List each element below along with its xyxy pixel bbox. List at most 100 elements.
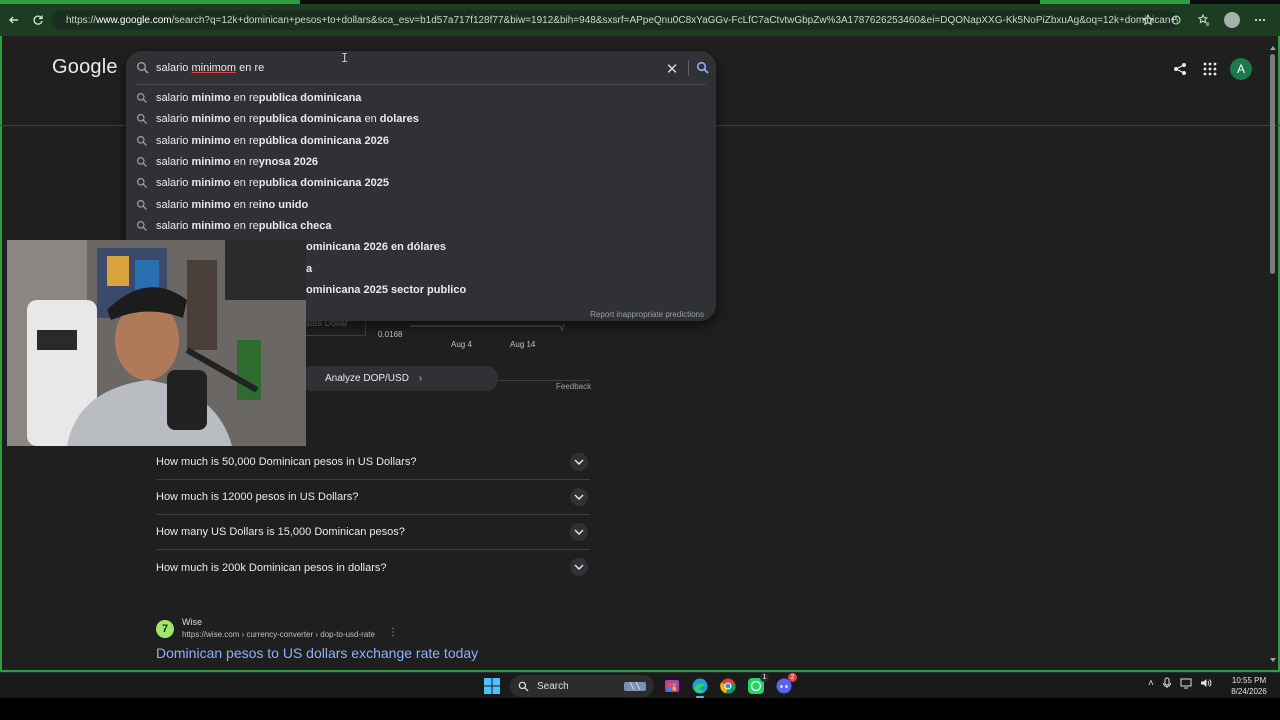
scroll-down-arrow[interactable] — [1270, 658, 1276, 662]
question-text: How much is 12000 pesos in US Dollars? — [156, 491, 359, 503]
reload-button[interactable] — [26, 8, 50, 32]
expand-button[interactable] — [570, 488, 588, 506]
expand-button[interactable] — [570, 523, 588, 541]
google-logo[interactable]: Google — [52, 56, 118, 79]
system-clock[interactable]: 10:55 PM 8/24/2026 — [1224, 675, 1274, 697]
report-predictions-link[interactable]: Report inappropriate predictions — [590, 310, 704, 319]
question-text: How many US Dollars is 15,000 Dominican … — [156, 526, 405, 538]
clock-date: 8/24/2026 — [1231, 687, 1267, 696]
profile-button[interactable] — [1220, 8, 1244, 32]
back-button[interactable] — [2, 8, 26, 32]
clock-time: 10:55 PM — [1231, 676, 1267, 685]
scroll-up-arrow[interactable] — [1270, 46, 1276, 50]
search-input[interactable]: salario minimom en re ✕ — [136, 51, 709, 85]
clear-search-button[interactable]: ✕ — [664, 60, 680, 78]
question-text: How much is 200k Dominican pesos in doll… — [156, 561, 387, 574]
suggestion-text: salario minimo en republica checa — [156, 220, 332, 232]
share-icon — [1174, 63, 1186, 75]
search-icon — [137, 178, 147, 188]
query-part: salario — [156, 62, 192, 74]
chevron-down-icon — [574, 459, 584, 465]
address-toolbar: https://www.google.com/search?q=12k+domi… — [0, 4, 1280, 36]
analyze-label: Analyze DOP/USD — [325, 373, 409, 384]
question-row[interactable]: How many US Dollars is 15,000 Dominican … — [156, 515, 590, 550]
whatsapp-icon[interactable]: 1 — [746, 673, 769, 696]
search-query[interactable]: salario minimom en re — [156, 62, 264, 74]
suggestion-text: salario minimo en reino unido — [156, 199, 309, 211]
suggestion-text: salario minimo en republica dominicana — [156, 92, 362, 104]
divider — [688, 60, 689, 76]
feedback-link[interactable]: Feedback — [556, 382, 591, 391]
search-icon — [518, 681, 529, 692]
ellipsis-icon — [1254, 18, 1266, 22]
search-highlight-icon — [624, 681, 646, 691]
chevron-down-icon — [574, 494, 584, 500]
suggestion-item[interactable]: salario minimo en república dominicana 2… — [126, 131, 716, 152]
browser-window: https://www.google.com/search?q=12k+domi… — [0, 0, 1280, 672]
taskbar-search-label: Search — [537, 680, 569, 692]
chevron-right-icon: › — [418, 373, 423, 384]
reload-icon — [33, 15, 43, 25]
chrome-browser-icon[interactable] — [718, 676, 738, 696]
volume-icon[interactable] — [1200, 677, 1212, 689]
taskbar-search[interactable]: Search — [510, 675, 654, 697]
suggestion-text: salario minimo en republica dominicana e… — [156, 113, 419, 125]
suggestion-text: salario minimo en reynosa 2026 — [156, 156, 319, 168]
misspelled-word: minimom — [191, 62, 237, 74]
header-actions: A — [1170, 58, 1252, 80]
discord-icon[interactable]: 2 — [774, 673, 797, 696]
windows-start-icon[interactable] — [484, 678, 500, 694]
extensions-button[interactable] — [1164, 8, 1188, 32]
expand-button[interactable] — [570, 453, 588, 471]
share-button[interactable] — [1170, 59, 1190, 79]
suggestion-item[interactable]: salario minimo en republica dominicana 2… — [126, 173, 716, 194]
network-icon[interactable] — [1180, 677, 1192, 689]
app-store-icon[interactable] — [662, 676, 682, 696]
search-icon — [137, 200, 147, 210]
url-host: www.google.com — [96, 14, 172, 26]
bookmark-star-button[interactable] — [1136, 8, 1160, 32]
divider — [498, 380, 590, 381]
suggestion-text: ominicana 2025 sector publico — [306, 284, 467, 296]
suggestion-item[interactable]: salario minimo en republica dominicana e… — [126, 109, 716, 130]
suggestion-item[interactable]: salario minimo en reynosa 2026 — [126, 152, 716, 173]
suggestion-text: salario minimo en república dominicana 2… — [156, 135, 389, 147]
expand-button[interactable] — [570, 558, 588, 576]
taskbar: Search 1 2 ˄ 10:55 PM 8/24/2026 — [0, 672, 1280, 698]
currency-chart-fragment: ates Dollar 0.0168 Aug 4 Aug 14 — [300, 316, 600, 356]
chevron-down-icon — [574, 529, 584, 535]
result-site-name: Wise — [182, 617, 202, 627]
suggestion-item[interactable]: salario minimo en reino unido — [126, 195, 716, 216]
microphone-icon[interactable] — [1162, 677, 1172, 689]
puzzle-icon — [1171, 15, 1181, 25]
tray-overflow-icon[interactable]: ˄ — [1148, 678, 1154, 689]
scrollbar-thumb[interactable] — [1270, 54, 1275, 274]
search-icon — [137, 93, 147, 103]
taskbar-apps: 1 2 — [662, 673, 797, 698]
address-bar[interactable]: https://www.google.com/search?q=12k+domi… — [52, 10, 1178, 30]
back-arrow-icon — [9, 16, 18, 24]
result-menu-button[interactable]: ⋮ — [388, 627, 398, 638]
google-apps-button[interactable] — [1200, 59, 1220, 79]
search-submit-icon[interactable] — [696, 61, 710, 75]
analyze-currency-button[interactable]: Analyze DOP/USD › — [300, 366, 498, 391]
question-row[interactable]: How much is 50,000 Dominican pesos in US… — [156, 445, 590, 480]
question-row[interactable]: How much is 12000 pesos in US Dollars? — [156, 480, 590, 515]
account-avatar[interactable]: A — [1230, 58, 1252, 80]
webcam-person-image — [7, 240, 306, 446]
result-url: https://wise.com › currency-converter › … — [182, 630, 375, 639]
result-title-link[interactable]: Dominican pesos to US dollars exchange r… — [156, 645, 478, 661]
more-menu-button[interactable] — [1248, 8, 1272, 32]
suggestion-item[interactable]: salario minimo en republica checa — [126, 216, 716, 237]
apps-grid-icon — [1203, 62, 1217, 76]
whatsapp-badge: 1 — [760, 673, 769, 682]
favorites-icon — [1198, 14, 1209, 26]
people-also-ask: How much is 50,000 Dominican pesos in US… — [156, 445, 590, 585]
favorites-button[interactable] — [1192, 8, 1216, 32]
url-prefix: https:// — [66, 14, 97, 26]
chevron-down-icon — [574, 564, 584, 570]
suggestion-item[interactable]: salario minimo en republica dominicana — [126, 88, 716, 109]
edge-browser-icon[interactable] — [690, 676, 710, 698]
question-row[interactable]: How much is 200k Dominican pesos in doll… — [156, 550, 590, 585]
page-scrollbar[interactable] — [1268, 40, 1278, 666]
